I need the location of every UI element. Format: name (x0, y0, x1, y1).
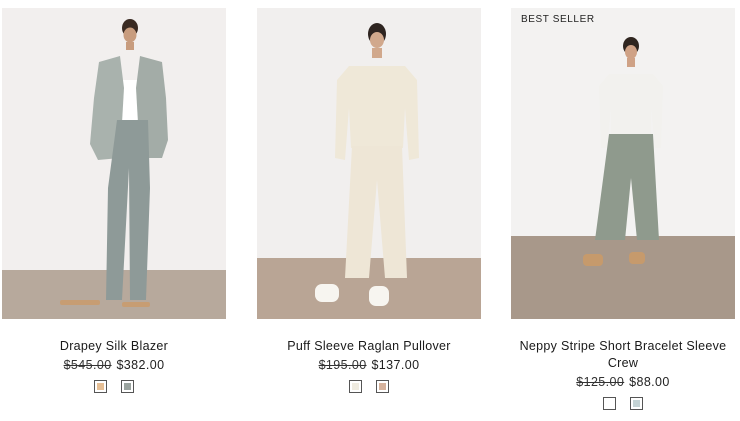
product-price: $195.00 $137.00 (257, 358, 481, 373)
product-image[interactable]: BEST SELLER (511, 8, 735, 319)
product-name[interactable]: Puff Sleeve Raglan Pullover (257, 338, 481, 355)
color-swatches (257, 380, 481, 393)
swatch-fill (633, 400, 640, 407)
sale-price: $137.00 (371, 358, 420, 372)
color-swatch[interactable] (121, 380, 134, 393)
swatch-fill (124, 383, 131, 390)
product-card: Puff Sleeve Raglan Pullover $195.00 $137… (257, 8, 481, 393)
color-swatches (511, 397, 735, 410)
color-swatch[interactable] (94, 380, 107, 393)
product-grid: Drapey Silk Blazer $545.00 $382.00 Puff … (0, 0, 740, 421)
color-swatches (2, 380, 226, 393)
swatch-fill (379, 383, 386, 390)
best-seller-badge: BEST SELLER (521, 14, 595, 25)
original-price: $195.00 (318, 358, 367, 372)
original-price: $545.00 (63, 358, 112, 372)
swatch-fill (97, 383, 104, 390)
original-price: $125.00 (576, 375, 625, 389)
product-card: Drapey Silk Blazer $545.00 $382.00 (2, 8, 226, 393)
sale-price: $88.00 (629, 375, 670, 389)
product-name[interactable]: Neppy Stripe Short Bracelet Sleeve Crew (507, 338, 739, 372)
product-card: BEST SELLER Neppy Stripe Short Bracelet … (511, 8, 735, 410)
color-swatch[interactable] (349, 380, 362, 393)
sale-price: $382.00 (116, 358, 165, 372)
color-swatch[interactable] (630, 397, 643, 410)
swatch-fill (352, 383, 359, 390)
product-name[interactable]: Drapey Silk Blazer (2, 338, 226, 355)
product-image[interactable] (2, 8, 226, 319)
color-swatch[interactable] (376, 380, 389, 393)
product-image[interactable] (257, 8, 481, 319)
product-price: $125.00 $88.00 (511, 375, 735, 390)
swatch-fill (606, 400, 613, 407)
color-swatch[interactable] (603, 397, 616, 410)
product-price: $545.00 $382.00 (2, 358, 226, 373)
